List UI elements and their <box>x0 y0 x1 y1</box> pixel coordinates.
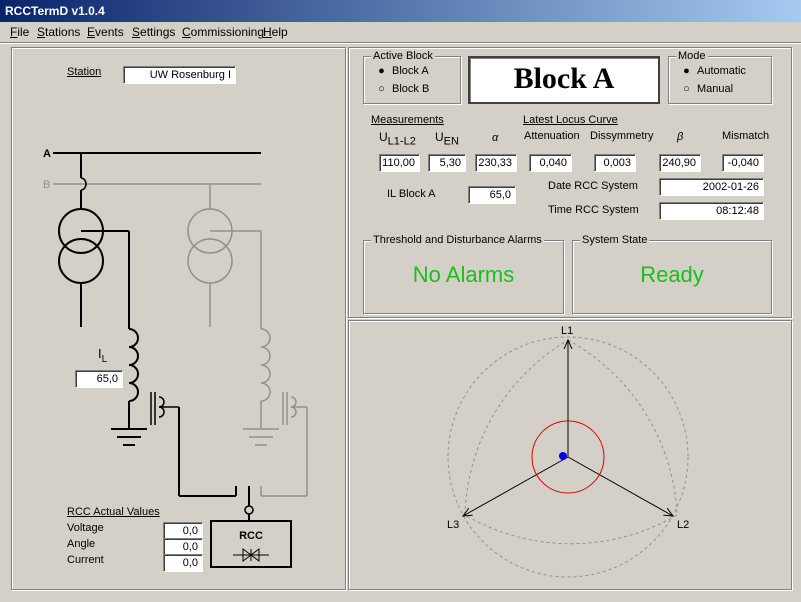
il-value-field[interactable]: 65,0 <box>75 370 123 388</box>
radio-block-b[interactable]: ○ Block B <box>377 83 429 95</box>
menu-bar: File Stations Events Settings Commission… <box>0 22 801 42</box>
rcc-label: RCC <box>239 530 263 542</box>
locus-triangle <box>464 339 678 545</box>
mode-group: Mode <box>668 50 772 104</box>
l3-label: L3 <box>447 519 459 531</box>
il-block-field[interactable]: 65,0 <box>468 186 516 204</box>
menu-commissioning[interactable]: Commissioning <box>182 25 264 39</box>
attenuation-field[interactable]: 0,040 <box>529 154 572 172</box>
single-line-diagram: A B IL RCC <box>43 148 308 568</box>
dissymmetry-label: Dissymmetry <box>590 130 654 142</box>
title-bar: RCCTermD v1.0.4 <box>0 0 801 22</box>
u-l1l2-label: UL1-L2 <box>379 130 416 148</box>
alpha-field[interactable]: 230,33 <box>475 154 517 172</box>
attenuation-label: Attenuation <box>524 130 580 142</box>
beta-label: β <box>677 131 684 143</box>
menu-settings[interactable]: Settings <box>132 25 175 39</box>
system-state-group: System State Ready <box>572 234 772 314</box>
menu-file[interactable]: File <box>10 25 29 39</box>
radio-unselected-icon: ○ <box>378 83 385 95</box>
menu-stations[interactable]: Stations <box>37 25 80 39</box>
rcc-voltage-label: Voltage <box>67 522 104 534</box>
window-title: RCCTermD v1.0.4 <box>5 4 105 18</box>
phasor-l2 <box>567 456 673 516</box>
beta-field[interactable]: 240,90 <box>659 154 701 172</box>
menu-help[interactable]: Help <box>263 25 288 39</box>
rcc-actual-title: RCC Actual Values <box>67 506 160 518</box>
u-en-label: UEN <box>435 130 459 148</box>
block-display: Block A <box>468 56 660 104</box>
u-l1l2-field[interactable]: 110,00 <box>379 154 420 172</box>
dissymmetry-field[interactable]: 0,003 <box>594 154 636 172</box>
menu-events[interactable]: Events <box>87 25 124 39</box>
radio-unselected-icon: ○ <box>683 83 690 95</box>
radio-selected-icon: ● <box>378 65 385 77</box>
phasor-l3 <box>463 456 569 516</box>
phasor-diagram: L1 L2 L3 <box>447 325 689 578</box>
alarms-group: Threshold and Disturbance Alarms No Alar… <box>363 234 564 314</box>
radio-selected-icon: ● <box>683 65 690 77</box>
menu-separator <box>0 42 801 44</box>
active-feeder <box>58 153 254 521</box>
rcc-current-label: Current <box>67 554 104 566</box>
bus-a-label: A <box>43 148 51 160</box>
mismatch-field[interactable]: -0,040 <box>722 154 764 172</box>
system-state-title: System State <box>580 234 650 246</box>
alarms-title: Threshold and Disturbance Alarms <box>371 234 544 246</box>
neutral-point-marker <box>559 452 567 460</box>
inactive-feeder <box>187 184 308 497</box>
date-label: Date RCC System <box>548 180 638 192</box>
radio-automatic[interactable]: ● Automatic <box>682 65 746 77</box>
l1-label: L1 <box>561 325 573 337</box>
radio-block-a[interactable]: ● Block A <box>377 65 429 77</box>
radio-manual[interactable]: ○ Manual <box>682 83 733 95</box>
system-state-status: Ready <box>640 262 704 287</box>
measurements-title: Measurements <box>371 114 444 126</box>
mode-title: Mode <box>676 50 708 62</box>
active-block-title: Active Block <box>371 50 435 62</box>
rcc-angle-label: Angle <box>67 538 96 550</box>
date-field[interactable]: 2002-01-26 <box>659 178 764 196</box>
locus-title: Latest Locus Curve <box>523 114 618 126</box>
alarms-status: No Alarms <box>412 262 515 287</box>
il-label: IL <box>98 346 108 365</box>
active-block-group: Active Block <box>363 50 461 104</box>
rcc-device-icon <box>233 548 269 562</box>
l2-label: L2 <box>677 519 689 531</box>
il-block-label: IL Block A <box>387 188 436 200</box>
time-field[interactable]: 08:12:48 <box>659 202 764 220</box>
bus-b-label: B <box>43 179 50 191</box>
u-en-field[interactable]: 5,30 <box>428 154 466 172</box>
alpha-label: α <box>492 132 499 144</box>
time-label: Time RCC System <box>548 204 639 216</box>
mismatch-label: Mismatch <box>722 130 770 142</box>
rcc-current-field[interactable]: 0,0 <box>163 554 203 572</box>
